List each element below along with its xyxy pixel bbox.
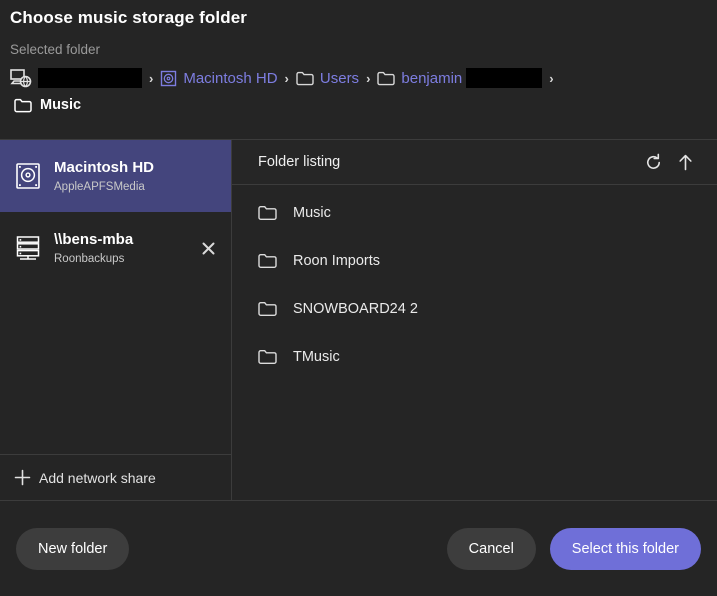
arrow-up-icon <box>676 153 695 172</box>
remove-share-button[interactable] <box>195 235 221 261</box>
add-network-share-label: Add network share <box>39 469 156 486</box>
breadcrumb-item-label: Macintosh HD <box>183 69 278 87</box>
select-this-folder-button[interactable]: Select this folder <box>549 527 701 570</box>
folder-icon <box>258 301 277 317</box>
breadcrumb-item-computer[interactable] <box>10 68 142 88</box>
breadcrumb-item-benjamin[interactable]: benjamin <box>377 68 543 88</box>
breadcrumb-item-label: benjamin <box>401 69 463 87</box>
drive-subtitle: AppleAPFSMedia <box>54 180 145 193</box>
folder-icon <box>377 71 396 86</box>
network-server-icon <box>14 234 42 262</box>
breadcrumb-separator: › <box>366 70 371 86</box>
sidebar-item-bens-mba[interactable]: \\bens-mba Roonbackups <box>0 212 231 284</box>
breadcrumb: › Macintosh HD › Users › benjamin › <box>0 57 717 91</box>
refresh-icon <box>644 153 663 172</box>
folder-icon <box>258 349 277 365</box>
folder-icon <box>258 253 277 269</box>
page-title: Choose music storage folder <box>10 8 247 27</box>
navigate-up-button[interactable] <box>669 146 701 178</box>
hard-drive-icon <box>160 70 177 87</box>
sidebar: Macintosh HD AppleAPFSMedia \\bens-mba R… <box>0 140 232 500</box>
breadcrumb-item-computer-redacted <box>38 68 142 88</box>
computer-network-icon <box>10 68 32 88</box>
drive-subtitle: Roonbackups <box>54 252 125 265</box>
add-network-share-button[interactable]: Add network share <box>0 454 231 500</box>
drive-name: Macintosh HD <box>54 158 155 176</box>
current-folder-label: Music <box>40 97 82 113</box>
dialog-footer: New folder Cancel Select this folder <box>0 500 717 596</box>
cancel-button[interactable]: Cancel <box>446 527 536 570</box>
breadcrumb-separator: › <box>549 70 554 86</box>
folder-icon <box>258 205 277 221</box>
footer-actions: Cancel Select this folder <box>446 527 701 570</box>
drive-name: \\bens-mba <box>54 230 134 248</box>
breadcrumb-item-benjamin-redacted <box>466 68 543 88</box>
folder-list-item[interactable]: Roon Imports <box>232 237 717 285</box>
folder-icon <box>14 98 32 113</box>
refresh-button[interactable] <box>637 146 669 178</box>
main-area: Macintosh HD AppleAPFSMedia \\bens-mba R… <box>0 140 717 500</box>
folder-name: SNOWBOARD24 2 <box>293 301 418 317</box>
breadcrumb-item-label: Users <box>319 69 360 87</box>
folder-list: Music Roon Imports SNOWBOARD24 2 TMusic <box>232 185 717 500</box>
folder-list-item[interactable]: SNOWBOARD24 2 <box>232 285 717 333</box>
sidebar-item-macintosh-hd[interactable]: Macintosh HD AppleAPFSMedia <box>0 140 231 212</box>
breadcrumb-item-macintosh-hd[interactable]: Macintosh HD <box>160 69 278 87</box>
folder-listing-title: Folder listing <box>258 154 341 170</box>
plus-icon <box>14 469 31 486</box>
folder-list-item[interactable]: TMusic <box>232 333 717 381</box>
folder-listing-pane: Folder listing Music Roon Imports SNOWBO… <box>232 140 717 500</box>
new-folder-button[interactable]: New folder <box>16 527 130 570</box>
folder-icon <box>296 71 314 86</box>
hard-drive-icon <box>14 162 42 190</box>
breadcrumb-separator: › <box>284 70 289 86</box>
folder-name: TMusic <box>293 349 340 365</box>
folder-listing-header: Folder listing <box>232 140 717 185</box>
folder-list-item[interactable]: Music <box>232 189 717 237</box>
drive-list: Macintosh HD AppleAPFSMedia \\bens-mba R… <box>0 140 231 454</box>
breadcrumb-item-users[interactable]: Users <box>296 70 359 87</box>
folder-name: Music <box>293 205 331 221</box>
selected-folder-label: Selected folder <box>10 42 101 57</box>
drive-text: \\bens-mba Roonbackups <box>54 230 183 267</box>
drive-text: Macintosh HD AppleAPFSMedia <box>54 158 221 195</box>
current-folder: Music <box>0 91 717 113</box>
folder-name: Roon Imports <box>293 253 381 269</box>
breadcrumb-separator: › <box>149 70 154 86</box>
